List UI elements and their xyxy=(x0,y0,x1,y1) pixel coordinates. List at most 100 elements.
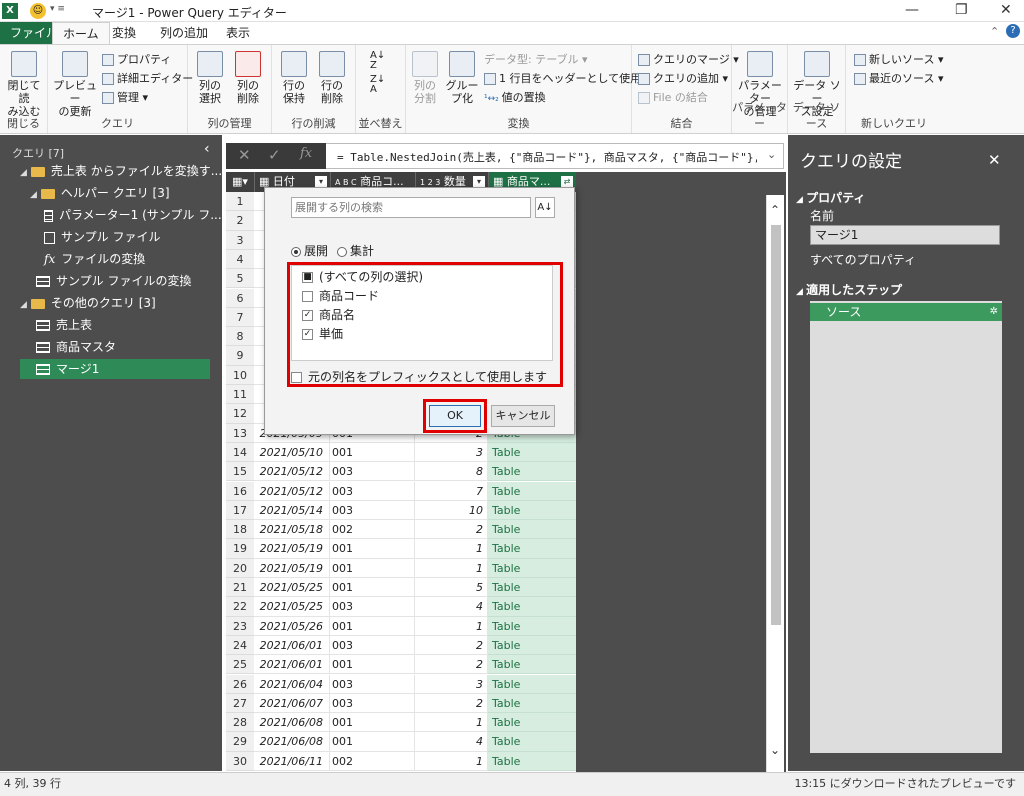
sort-descending-icon[interactable]: Z↓ A xyxy=(370,75,385,95)
query-name-input[interactable]: マージ1 xyxy=(810,225,1000,245)
table-row[interactable]: 28 2021/06/08 001 1 Table xyxy=(226,713,576,733)
table-menu-icon[interactable]: ▦▾ xyxy=(226,172,254,192)
query-folder-transform[interactable]: ◢ 売上表 からファイルを変換す... xyxy=(20,161,222,181)
sort-ascending-icon[interactable]: A↓ Z xyxy=(370,51,385,71)
aggregate-radio[interactable]: 集計 xyxy=(337,242,374,259)
query-item-merge1[interactable]: マージ1 xyxy=(20,359,210,379)
table-row[interactable]: 21 2021/05/25 001 5 Table xyxy=(226,578,576,598)
dropdown-icon[interactable]: ▾ ≡ xyxy=(50,4,65,14)
table-row[interactable]: 23 2021/05/26 001 1 Table xyxy=(226,616,576,636)
table-row[interactable]: 30 2021/06/11 002 1 Table xyxy=(226,751,576,771)
scroll-thumb[interactable] xyxy=(771,225,781,625)
expand-radio[interactable]: 展開 xyxy=(291,242,328,259)
cell-table-link[interactable]: Table xyxy=(488,558,576,578)
data-type-button[interactable]: データ型: テーブル ▾ xyxy=(484,51,588,69)
query-folder-other[interactable]: ◢ その他のクエリ [3] xyxy=(20,293,156,313)
cell-table-link[interactable]: Table xyxy=(488,732,576,752)
cell-table-link[interactable]: Table xyxy=(488,520,576,540)
properties-section[interactable]: ◢ プロパティ xyxy=(796,189,865,206)
table-row[interactable]: 25 2021/06/01 001 2 Table xyxy=(226,655,576,675)
query-item-sales[interactable]: 売上表 xyxy=(36,315,92,335)
keep-rows-button[interactable]: 行の 保持 xyxy=(276,51,312,105)
cell-table-link[interactable]: Table xyxy=(488,539,576,559)
table-row[interactable]: 19 2021/05/19 001 1 Table xyxy=(226,539,576,559)
table-row[interactable]: 22 2021/05/25 003 4 Table xyxy=(226,597,576,617)
expand-formula-icon[interactable]: ⌄ xyxy=(767,148,776,161)
close-icon[interactable]: ✕ xyxy=(1000,2,1012,18)
group-by-button[interactable]: グルー プ化 xyxy=(444,51,480,105)
cancel-button[interactable]: キャンセル xyxy=(491,405,555,427)
query-item-transform-file[interactable]: fx ファイルの変換 xyxy=(44,249,145,269)
cell-table-link[interactable]: Table xyxy=(488,578,576,598)
cancel-formula-icon[interactable]: ✕ xyxy=(238,146,251,164)
table-row[interactable]: 16 2021/05/12 003 7 Table xyxy=(226,481,576,501)
restore-icon[interactable]: ❐ xyxy=(955,2,968,18)
cell-table-link[interactable]: Table xyxy=(488,500,576,521)
vertical-scrollbar[interactable]: ⌃ ⌄ xyxy=(766,195,784,772)
collapse-ribbon-icon[interactable]: ⌃ xyxy=(990,25,999,38)
query-item-sample-file[interactable]: サンプル ファイル xyxy=(44,227,160,247)
manage-button[interactable]: 管理 ▾ xyxy=(102,89,148,107)
cell-table-link[interactable]: Table xyxy=(488,462,576,482)
tab-home[interactable]: ホーム xyxy=(52,22,110,44)
formula-text[interactable]: = Table.NestedJoin(売上表, {"商品コード"}, 商品マスタ… xyxy=(337,149,757,165)
scroll-down-icon[interactable]: ⌄ xyxy=(770,743,780,757)
advanced-editor-button[interactable]: 詳細エディター xyxy=(102,70,193,88)
help-icon[interactable]: ? xyxy=(1006,24,1020,38)
tab-view[interactable]: 表示 xyxy=(216,22,260,44)
minimize-icon[interactable]: — xyxy=(905,2,919,18)
tab-transform[interactable]: 変換 xyxy=(102,22,146,44)
refresh-preview-button[interactable]: プレビュー の更新 xyxy=(52,51,98,118)
column-search-input[interactable]: 展開する列の検索 xyxy=(291,197,531,218)
properties-button[interactable]: プロパティ xyxy=(102,51,171,69)
cell-table-link[interactable]: Table xyxy=(488,674,576,694)
new-source-button[interactable]: 新しいソース ▾ xyxy=(854,51,943,69)
applied-steps-section[interactable]: ◢ 適用したステップ xyxy=(796,281,902,298)
smiley-icon[interactable]: ☺ xyxy=(30,3,46,19)
choose-columns-button[interactable]: 列の 選択 xyxy=(192,51,228,105)
remove-rows-button[interactable]: 行の 削除 xyxy=(314,51,350,105)
fx-icon[interactable]: fx xyxy=(300,146,312,161)
sort-az-icon[interactable]: A↓ xyxy=(535,197,555,218)
query-folder-helper[interactable]: ◢ ヘルパー クエリ [3] xyxy=(30,183,170,203)
table-row[interactable]: 17 2021/05/14 003 10 Table xyxy=(226,500,576,521)
table-row[interactable]: 14 2021/05/10 001 3 Table xyxy=(226,442,576,463)
table-row[interactable]: 29 2021/06/08 001 4 Table xyxy=(226,732,576,752)
split-column-button[interactable]: 列の 分割 xyxy=(408,51,442,105)
query-item-transform-sample[interactable]: サンプル ファイルの変換 xyxy=(36,271,191,291)
table-row[interactable]: 15 2021/05/12 003 8 Table xyxy=(226,462,576,482)
table-row[interactable]: 26 2021/06/04 003 3 Table xyxy=(226,674,576,694)
cell-table-link[interactable]: Table xyxy=(488,597,576,617)
cell-table-link[interactable]: Table xyxy=(488,655,576,675)
step-source[interactable]: ソース ✲ xyxy=(810,303,1002,321)
cell-table-link[interactable]: Table xyxy=(488,713,576,733)
cell-table-link[interactable]: Table xyxy=(488,635,576,656)
close-load-button[interactable]: 閉じて読 み込む xyxy=(4,51,44,118)
cell-table-link[interactable]: Table xyxy=(488,693,576,714)
cell-code: 003 xyxy=(330,693,415,714)
table-row[interactable]: 24 2021/06/01 003 2 Table xyxy=(226,635,576,656)
recent-sources-button[interactable]: 最近のソース ▾ xyxy=(854,70,943,88)
cell-table-link[interactable]: Table xyxy=(488,616,576,636)
cell-table-link[interactable]: Table xyxy=(488,442,576,463)
all-properties-link[interactable]: すべてのプロパティ xyxy=(810,251,916,268)
use-first-row-header-button[interactable]: 1 行目をヘッダーとして使用 ▾ xyxy=(484,70,650,88)
query-item-product-master[interactable]: 商品マスタ xyxy=(36,337,116,357)
collapse-pane-icon[interactable]: ‹ xyxy=(204,141,210,157)
cell-table-link[interactable]: Table xyxy=(488,481,576,501)
merge-queries-button[interactable]: クエリのマージ ▾ xyxy=(638,51,739,69)
tab-add-column[interactable]: 列の追加 xyxy=(150,22,218,44)
table-row[interactable]: 27 2021/06/07 003 2 Table xyxy=(226,693,576,714)
combine-files-button[interactable]: File の結合 xyxy=(638,89,708,107)
cell-table-link[interactable]: Table xyxy=(488,751,576,771)
scroll-up-icon[interactable]: ⌃ xyxy=(770,203,780,217)
replace-values-button[interactable]: ¹↔₂ 値の置換 xyxy=(484,89,546,107)
remove-columns-button[interactable]: 列の 削除 xyxy=(230,51,266,105)
gear-icon[interactable]: ✲ xyxy=(990,303,998,321)
table-row[interactable]: 18 2021/05/18 002 2 Table xyxy=(226,520,576,540)
append-queries-button[interactable]: クエリの追加 ▾ xyxy=(638,70,728,88)
close-settings-icon[interactable]: ✕ xyxy=(988,151,1001,169)
commit-formula-icon[interactable]: ✓ xyxy=(268,146,281,164)
table-row[interactable]: 20 2021/05/19 001 1 Table xyxy=(226,558,576,578)
query-item-parameter1[interactable]: パラメーター1 (サンプル フ... xyxy=(44,205,222,225)
